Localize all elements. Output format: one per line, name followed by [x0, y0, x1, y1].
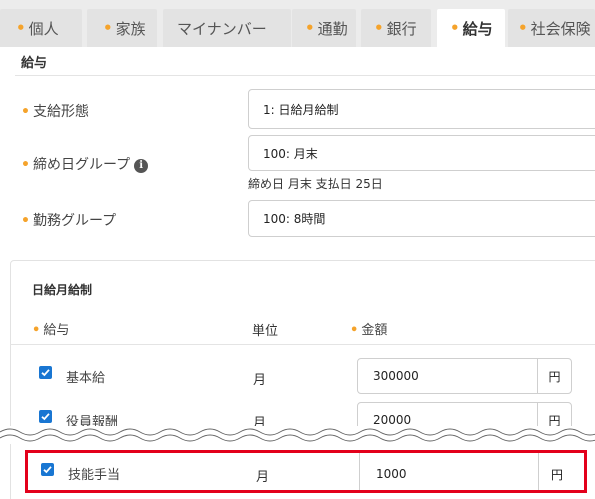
tab-social-insurance[interactable]: • 社会保険 [508, 9, 595, 47]
tab-bar: • 個人 • 家族 マイナンバー • 通勤 • 銀行 • 給与 • 社会保険 [0, 0, 595, 47]
tab-label: 家族 [115, 19, 146, 38]
checkmark-icon [41, 413, 50, 421]
tab-label: 銀行 [386, 19, 417, 38]
pay-panel-title: 日給月給制 [32, 283, 93, 297]
tab-bank[interactable]: • 銀行 [361, 9, 431, 47]
tab-personal[interactable]: • 個人 [0, 9, 82, 47]
row-checkbox[interactable] [39, 410, 52, 423]
payment-type-label: • 支給形態 [21, 101, 89, 121]
info-icon[interactable]: i [134, 159, 149, 173]
required-dot-icon: • [350, 323, 359, 338]
closing-group-value: 100: 月末 [263, 146, 318, 161]
closing-group-label-text: 締め日グループ [32, 157, 131, 173]
work-group-label-text: 勤務グループ [32, 213, 117, 229]
highlight-box [25, 450, 587, 493]
required-dot-icon: • [32, 323, 41, 338]
section-title: 給与 [21, 56, 48, 71]
closing-group-detail: 締め日 月末 支払日 25日 [248, 177, 383, 191]
row-label: 基本給 [66, 371, 106, 386]
wavy-line-icon [0, 428, 595, 442]
column-header-item: • 給与 [32, 319, 69, 338]
row-checkbox[interactable] [39, 366, 52, 379]
tab-label: 給与 [462, 19, 493, 38]
amount-input[interactable]: 300000 円 [357, 358, 572, 394]
header-divider [10, 344, 595, 345]
required-dot-icon: • [21, 157, 30, 173]
payment-type-select[interactable]: 1: 日給月給制 [248, 89, 595, 129]
tab-label: 個人 [28, 19, 59, 38]
tab-label: マイナンバー [177, 19, 267, 38]
tab-label: 通勤 [317, 19, 348, 38]
closing-group-select[interactable]: 100: 月末 [248, 135, 595, 171]
tab-family[interactable]: • 家族 [87, 9, 157, 47]
column-header-amount-text: 金額 [361, 323, 388, 338]
tab-label: 社会保険 [530, 19, 591, 38]
work-group-label: • 勤務グループ [21, 210, 116, 230]
tab-salary[interactable]: • 給与 [437, 9, 505, 47]
work-group-select[interactable]: 100: 8時間 [248, 200, 595, 237]
currency-addon: 円 [537, 359, 571, 393]
tab-my-number[interactable]: マイナンバー [163, 9, 291, 47]
required-dot-icon: • [450, 19, 460, 37]
required-dot-icon: • [518, 19, 528, 37]
tab-commute[interactable]: • 通勤 [292, 9, 356, 47]
cut-separator [0, 426, 595, 444]
column-header-unit: 単位 [252, 324, 279, 339]
checkmark-icon [41, 369, 50, 377]
amount-value: 20000 [373, 413, 412, 427]
closing-group-label: • 締め日グループ i [21, 154, 149, 174]
required-dot-icon: • [103, 19, 113, 37]
required-dot-icon: • [21, 213, 30, 229]
required-dot-icon: • [305, 19, 315, 37]
payment-type-value: 1: 日給月給制 [263, 102, 339, 117]
section-divider [15, 75, 595, 76]
required-dot-icon: • [21, 104, 30, 120]
row-unit: 月 [253, 373, 267, 388]
column-header-item-text: 給与 [43, 323, 70, 338]
required-dot-icon: • [16, 19, 26, 37]
work-group-value: 100: 8時間 [263, 212, 326, 226]
required-dot-icon: • [374, 19, 384, 37]
column-header-amount: • 金額 [350, 319, 387, 338]
amount-value: 300000 [373, 369, 419, 383]
payment-type-label-text: 支給形態 [32, 104, 89, 120]
